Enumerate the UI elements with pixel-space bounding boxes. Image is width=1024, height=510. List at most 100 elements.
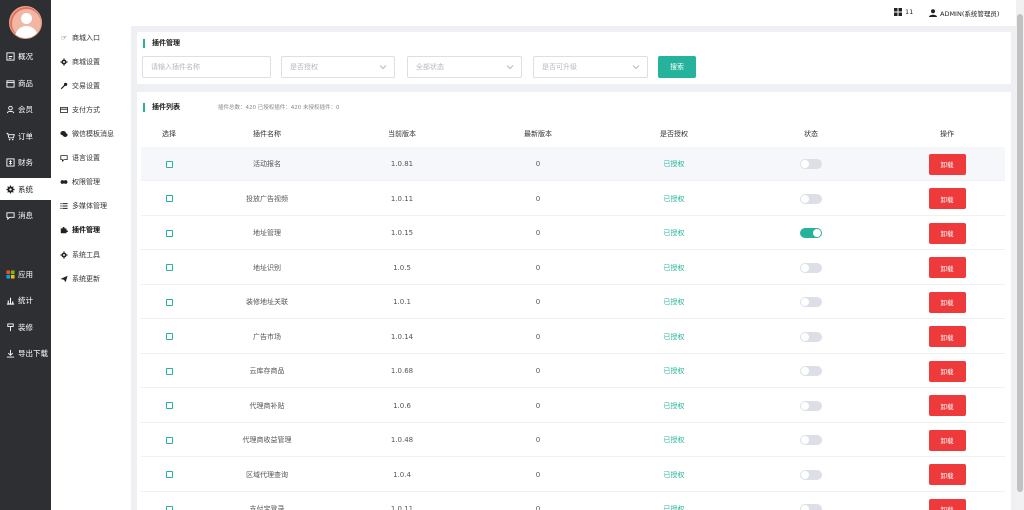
status-toggle[interactable] [800, 435, 822, 445]
uninstall-button[interactable]: 卸载 [928, 326, 966, 347]
status-cell [739, 285, 883, 319]
uninstall-button[interactable]: 卸载 [928, 360, 966, 382]
select-cell [141, 182, 197, 216]
table-row: 代理商补贴 1.0.6 0 已授权 卸载 [141, 389, 1005, 423]
main-nav-member[interactable]: 会员 [0, 98, 51, 120]
row-checkbox[interactable] [165, 298, 173, 306]
sub-nav-payment[interactable]: 支付方式 [51, 100, 131, 120]
status-toggle[interactable] [800, 228, 822, 238]
main-nav-order[interactable]: 订单 [0, 125, 51, 147]
action-cell: 卸载 [883, 354, 1011, 388]
row-checkbox[interactable] [165, 402, 173, 409]
row-checkbox[interactable] [165, 264, 173, 271]
uninstall-button[interactable]: 卸载 [928, 188, 966, 209]
finance-icon [6, 157, 15, 167]
col-version: 当前版本 [388, 130, 416, 138]
col-name: 插件名称 [253, 130, 281, 138]
sub-nav-permission[interactable]: 权限管理 [51, 172, 131, 192]
row-checkbox[interactable] [165, 471, 173, 478]
sub-nav-mall-settings[interactable]: 商城设置 [51, 52, 131, 72]
row-checkbox[interactable] [165, 505, 173, 510]
plugin-name: 云库存商品 [249, 367, 285, 375]
row-checkbox[interactable] [165, 436, 173, 444]
main-nav-apps[interactable]: 应用 [0, 263, 51, 285]
member-icon [6, 105, 15, 114]
select-cell [141, 251, 197, 285]
list-icon [60, 202, 68, 210]
sub-nav-language[interactable]: 语言设置 [51, 148, 131, 168]
plugin-list-panel: 插件列表 插件总数：420 已授权插件：420 未授权插件：0 选择 插件名称 … [137, 92, 1011, 510]
uninstall-button[interactable]: 卸载 [928, 395, 966, 416]
main-nav-export[interactable]: 导出下载 [0, 342, 51, 364]
col-select: 选择 [162, 130, 176, 138]
uninstall-button[interactable]: 卸载 [928, 291, 966, 313]
status-toggle[interactable] [800, 400, 822, 411]
status-toggle[interactable] [800, 193, 822, 204]
main-nav-decor[interactable]: 装修 [0, 316, 51, 338]
status-toggle[interactable] [800, 297, 822, 307]
status-toggle[interactable] [800, 504, 822, 510]
main-nav-finance[interactable]: 财务 [0, 151, 51, 173]
chevron-down-icon [506, 65, 514, 70]
status-cell [739, 458, 883, 492]
main-nav-stats[interactable]: 统计 [0, 289, 51, 311]
status-toggle[interactable] [800, 331, 822, 342]
gear-icon [60, 251, 68, 259]
uninstall-button[interactable]: 卸载 [928, 153, 966, 175]
table-row: 地址识别 1.0.5 0 已授权 卸载 [141, 251, 1005, 285]
avatar[interactable] [9, 6, 42, 39]
sub-nav-mall-entry[interactable]: ☞ 商城入口 [51, 28, 131, 48]
row-checkbox[interactable] [165, 195, 173, 202]
plugin-name-input[interactable]: 请输入插件名称 [142, 56, 271, 78]
plugin-auth: 已授权 [663, 332, 685, 341]
main-nav-system[interactable]: 系统 [0, 178, 51, 200]
search-button[interactable]: 搜索 [658, 56, 696, 78]
row-checkbox[interactable] [165, 229, 173, 237]
sub-nav-trade-settings[interactable]: 交易设置 [51, 76, 131, 96]
action-cell: 卸载 [883, 147, 1011, 181]
scrollbar[interactable] [1016, 0, 1024, 510]
plugin-name: 支付宝登录 [249, 505, 285, 510]
chevron-down-icon [379, 65, 387, 70]
select-cell [141, 216, 197, 250]
main-nav-label: 会员 [18, 104, 33, 114]
user-menu[interactable]: ADMIN(系统管理员) [929, 8, 999, 18]
filter-panel: 插件管理 请输入插件名称 是否授权 全部状态 是否可升级 搜索 [137, 32, 1011, 84]
uninstall-button[interactable]: 卸载 [928, 464, 966, 485]
status-toggle[interactable] [800, 366, 822, 376]
main-nav-goods[interactable]: 商品 [0, 72, 51, 94]
upgrade-select[interactable]: 是否可升级 [533, 56, 648, 78]
select-cell [141, 147, 197, 181]
language-icon [60, 154, 68, 162]
sub-nav-plugin[interactable]: 插件管理 [51, 220, 131, 240]
auth-select[interactable]: 是否授权 [281, 56, 395, 78]
main-nav-label: 导出下载 [18, 348, 48, 358]
sub-nav-wechat-template[interactable]: 微信模板消息 [51, 124, 131, 144]
row-checkbox[interactable] [165, 333, 173, 340]
brush-icon [6, 322, 15, 332]
uninstall-button[interactable]: 卸载 [928, 222, 966, 244]
uninstall-button[interactable]: 卸载 [928, 429, 966, 451]
uninstall-button[interactable]: 卸载 [928, 257, 966, 278]
status-select[interactable]: 全部状态 [407, 56, 522, 78]
uninstall-button[interactable]: 卸载 [928, 498, 966, 510]
main-nav-overview[interactable]: 概况 [0, 45, 51, 67]
sub-nav-media[interactable]: 多媒体管理 [51, 196, 131, 216]
status-toggle[interactable] [800, 469, 822, 480]
main-nav-message[interactable]: 消息 [0, 204, 51, 226]
top-bar: 11 ADMIN(系统管理员) [51, 0, 1024, 26]
col-auth: 是否授权 [660, 130, 688, 138]
status-toggle[interactable] [800, 262, 822, 273]
plugin-name: 装修地址关联 [246, 298, 288, 306]
plugin-version: 1.0.14 [390, 332, 414, 341]
action-cell: 卸载 [883, 285, 1011, 319]
plugin-latest: 0 [535, 160, 541, 168]
status-toggle[interactable] [800, 159, 822, 169]
sub-nav-update[interactable]: 系统更新 [51, 269, 131, 289]
sub-nav-tools[interactable]: 系统工具 [51, 245, 131, 265]
plugin-name: 地址识别 [253, 263, 281, 272]
plugin-auth: 已授权 [663, 401, 685, 410]
row-checkbox[interactable] [165, 367, 173, 375]
grid-counter[interactable]: 11 [894, 8, 913, 16]
row-checkbox[interactable] [165, 160, 173, 168]
